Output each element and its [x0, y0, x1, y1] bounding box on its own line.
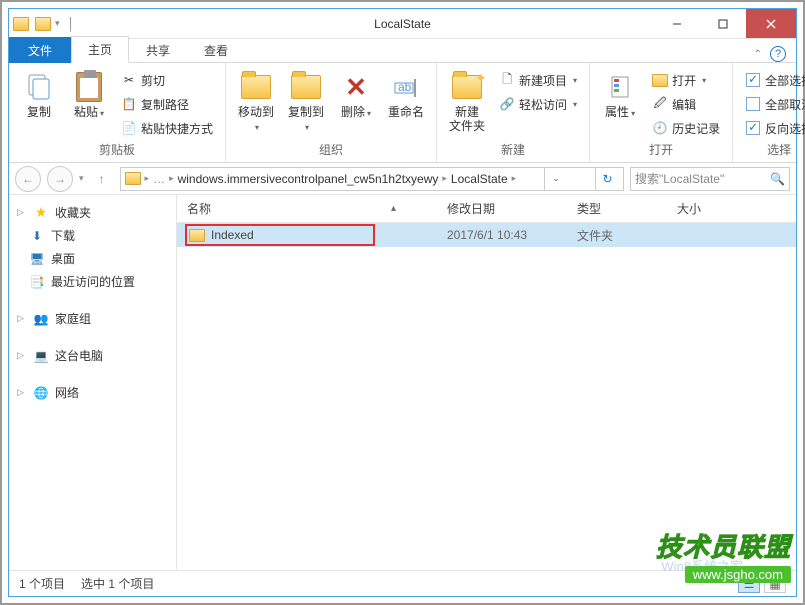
recent-locations-icon[interactable]: ▾ — [79, 173, 84, 184]
tab-share[interactable]: 共享 — [129, 37, 187, 63]
select-all-button[interactable]: 全部选择 — [741, 69, 805, 91]
paste-button[interactable]: 粘贴▾ — [67, 69, 111, 121]
selected-count: 选中 1 个项目 — [81, 575, 154, 592]
close-button[interactable] — [746, 9, 796, 38]
svg-text:ab: ab — [398, 80, 412, 94]
group-organize: 移动到▾ 复制到▾ ✕ 删除▾ ab 重命名 组织 — [226, 63, 437, 162]
col-date[interactable]: 修改日期 — [437, 195, 567, 222]
status-bar: 1 个项目 选中 1 个项目 ☰ ▦ — [9, 570, 796, 596]
quick-access-toolbar: ▾ │ — [9, 17, 75, 31]
qat-dropdown-icon[interactable]: ▾ — [55, 18, 60, 29]
properties-button[interactable]: 属性▾ — [598, 69, 642, 121]
tab-file[interactable]: 文件 — [9, 37, 71, 63]
nav-network[interactable]: ▷🌐网络 — [13, 381, 172, 404]
col-type[interactable]: 类型 — [567, 195, 667, 222]
nav-recent[interactable]: 📑最近访问的位置 — [13, 270, 172, 293]
folder-icon — [125, 172, 141, 185]
open-button[interactable]: 打开▾ — [648, 69, 724, 91]
col-name[interactable]: 名称▴ — [177, 195, 437, 222]
copy-button[interactable]: 复制 — [17, 69, 61, 121]
chevron-right-icon[interactable]: ▸ — [169, 173, 174, 184]
collapse-ribbon-icon[interactable]: ⌃ — [754, 49, 762, 60]
qat-item[interactable] — [35, 17, 51, 31]
sort-asc-icon: ▴ — [391, 203, 426, 214]
chevron-right-icon[interactable]: ▸ — [145, 173, 150, 184]
col-size[interactable]: 大小 — [667, 195, 796, 222]
back-button[interactable]: ← — [15, 166, 41, 192]
tab-home[interactable]: 主页 — [71, 36, 129, 63]
chevron-right-icon[interactable]: ▸ — [512, 173, 517, 184]
invert-selection-button[interactable]: 反向选择 — [741, 117, 805, 139]
refresh-icon[interactable]: ↻ — [595, 168, 619, 190]
item-count: 1 个项目 — [19, 575, 65, 592]
minimize-button[interactable] — [654, 9, 700, 38]
group-select: 全部选择 全部取消 反向选择 选择 — [733, 63, 805, 162]
group-new: ✦ 新建 文件夹 🗋新建项目▾ 🔗轻松访问▾ 新建 — [437, 63, 590, 162]
breadcrumb-item[interactable]: windows.immersivecontrolpanel_cw5n1h2txy… — [178, 172, 439, 186]
title-bar: ▾ │ LocalState — [9, 9, 796, 39]
forward-button[interactable]: → — [47, 166, 73, 192]
copy-path-button[interactable]: 📋复制路径 — [117, 93, 217, 115]
copy-to-button[interactable]: 复制到▾ — [284, 69, 328, 136]
paste-shortcut-button[interactable]: 📄粘贴快捷方式 — [117, 117, 217, 139]
delete-button[interactable]: ✕ 删除▾ — [334, 69, 378, 121]
address-dropdown-icon[interactable]: ⌄ — [544, 168, 568, 190]
nav-desktop[interactable]: 🖥桌面 — [13, 247, 172, 270]
app-icon — [13, 17, 29, 31]
maximize-button[interactable] — [700, 9, 746, 38]
file-date: 2017/6/1 10:43 — [437, 228, 567, 242]
highlight-box: Indexed — [185, 224, 375, 246]
divider: │ — [68, 17, 76, 31]
column-headers: 名称▴ 修改日期 类型 大小 — [177, 195, 796, 223]
file-list[interactable]: Indexed 2017/6/1 10:43 文件夹 — [177, 223, 796, 570]
easy-access-button[interactable]: 🔗轻松访问▾ — [495, 93, 581, 115]
search-input[interactable]: 搜索"LocalState" 🔍 — [630, 167, 790, 191]
breadcrumb[interactable]: ▸ … ▸ windows.immersivecontrolpanel_cw5n… — [120, 167, 624, 191]
up-button[interactable]: ↑ — [90, 167, 114, 191]
details-view-button[interactable]: ☰ — [738, 575, 760, 593]
group-clipboard: 复制 粘贴▾ ✂剪切 📋复制路径 📄粘贴快捷方式 剪贴板 — [9, 63, 226, 162]
file-row[interactable]: Indexed 2017/6/1 10:43 文件夹 — [177, 223, 796, 247]
explorer-window: ▾ │ LocalState 文件 主页 共享 查看 ⌃ ? 复制 — [8, 8, 797, 597]
history-button[interactable]: 🕘历史记录 — [648, 117, 724, 139]
file-type: 文件夹 — [567, 227, 667, 244]
new-folder-button[interactable]: ✦ 新建 文件夹 — [445, 69, 489, 136]
group-open: 属性▾ 打开▾ 🖉编辑 🕘历史记录 打开 — [590, 63, 733, 162]
rename-button[interactable]: ab 重命名 — [384, 69, 428, 121]
nav-homegroup[interactable]: ▷👥家庭组 — [13, 307, 172, 330]
breadcrumb-item[interactable]: LocalState — [451, 172, 508, 186]
search-icon: 🔍 — [770, 172, 785, 186]
move-to-button[interactable]: 移动到▾ — [234, 69, 278, 136]
file-list-pane: 名称▴ 修改日期 类型 大小 Indexed 2017/6/1 10:43 文件… — [177, 195, 796, 570]
cut-button[interactable]: ✂剪切 — [117, 69, 217, 91]
large-icons-view-button[interactable]: ▦ — [764, 575, 786, 593]
folder-icon — [189, 229, 205, 242]
nav-this-pc[interactable]: ▷💻这台电脑 — [13, 344, 172, 367]
ribbon: 复制 粘贴▾ ✂剪切 📋复制路径 📄粘贴快捷方式 剪贴板 移动到▾ — [9, 63, 796, 163]
file-name: Indexed — [211, 228, 254, 242]
chevron-right-icon[interactable]: ▸ — [442, 173, 447, 184]
new-item-button[interactable]: 🗋新建项目▾ — [495, 69, 581, 91]
search-placeholder: 搜索"LocalState" — [635, 170, 724, 187]
address-bar: ← → ▾ ↑ ▸ … ▸ windows.immersivecontrolpa… — [9, 163, 796, 195]
ribbon-tabs: 文件 主页 共享 查看 ⌃ ? — [9, 39, 796, 63]
nav-downloads[interactable]: ⬇下载 — [13, 224, 172, 247]
tab-view[interactable]: 查看 — [187, 37, 245, 63]
nav-favorites[interactable]: ▷★收藏夹 — [13, 201, 172, 224]
edit-button[interactable]: 🖉编辑 — [648, 93, 724, 115]
navigation-pane: ▷★收藏夹 ⬇下载 🖥桌面 📑最近访问的位置 ▷👥家庭组 ▷💻这台电脑 ▷🌐网络 — [9, 195, 177, 570]
select-none-button[interactable]: 全部取消 — [741, 93, 805, 115]
help-icon[interactable]: ? — [770, 46, 786, 62]
